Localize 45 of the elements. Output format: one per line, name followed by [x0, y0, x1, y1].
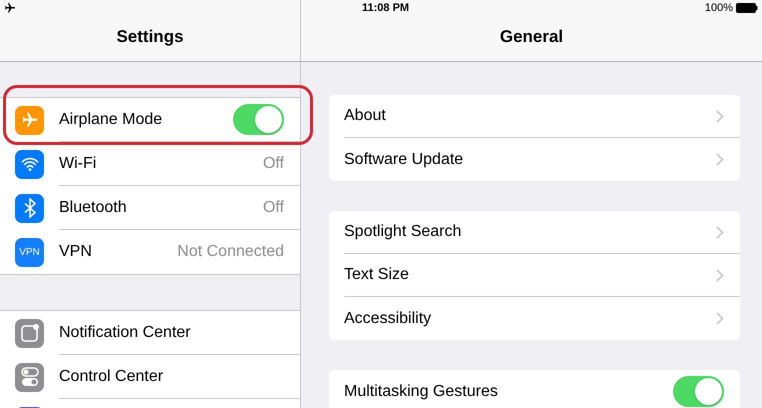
settings-row[interactable]: Multitasking Gestures [344, 370, 740, 408]
settings-row[interactable]: Control Center [0, 355, 300, 399]
settings-row[interactable]: Airplane Mode [0, 98, 300, 142]
status-time: 11:08 PM [362, 0, 410, 16]
settings-row[interactable]: Bluetooth Off [0, 186, 300, 230]
settings-row[interactable]: Spotlight Search [344, 211, 740, 254]
bluetooth-icon [24, 198, 36, 218]
row-value: Off [262, 198, 284, 218]
settings-row[interactable]: Accessibility [344, 297, 740, 340]
row-label: Airplane Mode [59, 110, 162, 130]
toggle-switch[interactable] [233, 104, 284, 135]
settings-row[interactable]: About [344, 95, 740, 138]
row-label: VPN [59, 242, 92, 262]
chevron-right-icon [716, 226, 724, 238]
row-label: Multitasking Gestures [344, 382, 498, 402]
row-value: Not Connected [177, 242, 284, 262]
row-label: Accessibility [344, 308, 432, 328]
row-label: Notification Center [59, 322, 191, 342]
settings-row[interactable]: Software Update [344, 138, 740, 181]
settings-row[interactable]: Notification Center [0, 311, 300, 355]
page-title: General [500, 26, 564, 48]
row-value: Off [262, 154, 284, 174]
chevron-right-icon [716, 312, 724, 325]
settings-row[interactable]: Text Size [344, 254, 740, 297]
switches-icon [20, 367, 38, 387]
chevron-right-icon [716, 110, 724, 122]
row-label: Software Update [344, 150, 464, 170]
row-label: Text Size [344, 265, 409, 285]
settings-row[interactable]: VPN VPN Not Connected [0, 230, 300, 274]
airplane-icon [20, 111, 38, 129]
settings-row[interactable]: Wi-Fi Off [0, 142, 300, 186]
notification-icon [20, 323, 40, 343]
row-label: Wi-Fi [59, 154, 96, 174]
row-label: Bluetooth [59, 198, 127, 218]
app-icon: VPN [15, 238, 44, 266]
toggle-switch[interactable] [673, 376, 724, 407]
row-label: Control Center [59, 366, 164, 386]
chevron-right-icon [716, 153, 724, 166]
row-label: Spotlight Search [344, 222, 462, 242]
battery-icon [736, 3, 758, 13]
battery-percent: 100% [704, 0, 733, 16]
chevron-right-icon [716, 268, 724, 282]
sidebar-title: Settings [116, 26, 184, 48]
row-label: About [344, 106, 386, 126]
wifi-icon [20, 156, 38, 172]
